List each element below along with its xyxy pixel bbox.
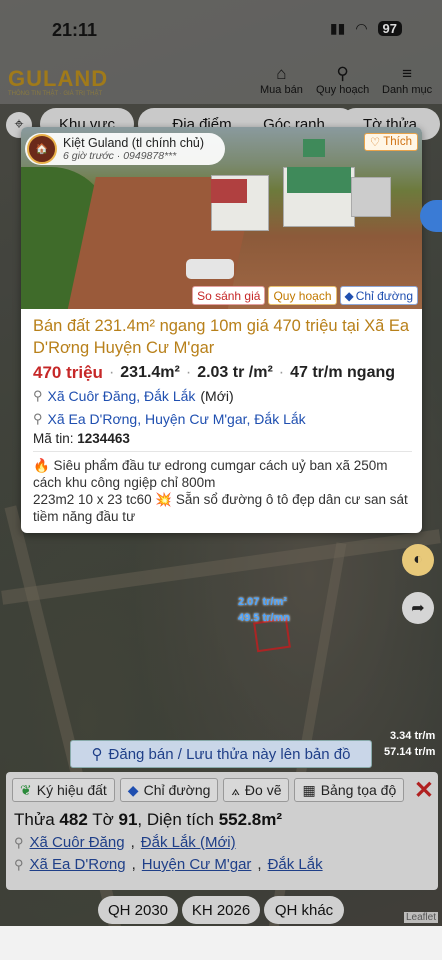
address-old: ⚲ Xã Ea D'Rơng, Huyện Cư M'gar, Đắk Lắk	[33, 409, 412, 429]
panel-directions-button[interactable]: ◆ Chỉ đường	[119, 778, 219, 802]
parcel-address-link[interactable]: Xã Ea D'Rơng	[30, 856, 126, 873]
listing-area: 231.4m²	[120, 364, 180, 381]
store-icon: ⌂	[276, 64, 287, 83]
heart-icon: ♡	[369, 137, 381, 149]
parcel-address-link[interactable]: Đắk Lắk	[268, 856, 323, 873]
address-old-link[interactable]: Xã Ea D'Rơng, Huyện Cư M'gar, Đắk Lắk	[48, 409, 306, 429]
unit-price: 2.03 tr /m²	[197, 364, 273, 381]
pin-icon: ⚲	[14, 856, 24, 872]
frontage-price: 47 tr/m ngang	[290, 364, 396, 381]
menu-icon: ≡	[402, 64, 413, 83]
map-attribution[interactable]: Leaflet	[403, 912, 438, 923]
post-listing-button[interactable]: ⚲ Đăng bán / Lưu thửa này lên bản đồ	[70, 740, 372, 768]
parcel-address-link[interactable]: Huyện Cư M'gar	[142, 856, 252, 873]
listing-card[interactable]: 🏠 Kiệt Guland (tl chính chủ) 6 giờ trước…	[21, 127, 422, 533]
guland-logo[interactable]: GULAND	[8, 66, 108, 92]
kh-2026-button[interactable]: KH 2026	[182, 896, 260, 924]
like-button[interactable]: ♡ Thích	[363, 133, 418, 151]
new-tag: (Mới)	[200, 388, 234, 404]
poster-badge[interactable]: 🏠 Kiệt Guland (tl chính chủ) 6 giờ trước…	[25, 133, 225, 165]
listing-description: 🔥 Siêu phẩm đầu tư edrong cumgar cách uỷ…	[33, 458, 408, 524]
price-row: 470 triệu · 231.4m² · 2.03 tr /m² · 47 t…	[33, 363, 396, 382]
table-icon: ▦	[302, 781, 316, 798]
direction-icon: ◆	[344, 288, 354, 303]
nav-mua-ban[interactable]: ⌂ Mua bán	[260, 64, 303, 96]
land-symbol-button[interactable]: ❦ Ký hiệu đất	[12, 778, 115, 802]
parcel-address-old: ⚲ Xã Ea D'Rơng, Huyện Cư M'gar, Đắk Lắk	[14, 856, 323, 873]
close-icon[interactable]: ✕	[414, 776, 434, 805]
palette-icon[interactable]: ◐	[402, 544, 434, 576]
listing-code: Mã tin: 1234463	[33, 431, 130, 446]
directions-label: Chỉ đường	[355, 288, 413, 303]
battery-icon: 97	[377, 21, 402, 36]
pin-icon: ⚲	[33, 388, 43, 403]
avatar: 🏠	[27, 134, 57, 164]
like-label: Thích	[383, 136, 412, 148]
measure-button[interactable]: ⟑ Đo vẽ	[223, 778, 290, 802]
plot-price-label: 57.14 tr/m	[384, 746, 436, 758]
poster-meta: 6 giờ trước · 0949878***	[63, 150, 177, 162]
app-header: GULAND THÔNG TIN THẬT · GIÁ TRỊ THẬT ⌂ M…	[0, 44, 442, 104]
wifi-icon: ◠	[355, 20, 368, 36]
address-new: ⚲ Xã Cuôr Đăng, Đắk Lắk (Mới)	[33, 386, 412, 406]
bottom-bar	[0, 926, 442, 960]
share-icon[interactable]: ➦	[402, 592, 434, 624]
status-bar: 21:11 ▮▮ ◠ 97	[0, 0, 442, 44]
nav-label: Danh mục	[382, 84, 433, 96]
plot-price-label: 2.07 tr/m²	[238, 596, 287, 608]
parcel-info-panel: ❦ Ký hiệu đất ◆ Chỉ đường ⟑ Đo vẽ ▦ Bảng tọa…	[6, 772, 438, 890]
listing-title[interactable]: Bán đất 231.4m² ngang 10m giá 470 triệu …	[33, 315, 412, 359]
parcel-address-new: ⚲ Xã Cuôr Đăng, Đắk Lắk (Mới)	[14, 834, 236, 851]
parcel-address-link[interactable]: Xã Cuôr Đăng	[30, 834, 125, 851]
nav-quy-hoach[interactable]: ⚲ Quy hoạch	[316, 64, 369, 96]
leaf-icon: ❦	[20, 781, 32, 798]
nav-label: Mua bán	[260, 84, 303, 96]
ruler-icon: ⟑	[231, 781, 240, 798]
plot-price-label: 3.34 tr/m	[390, 730, 436, 742]
poster-name: Kiệt Guland (tl chính chủ)	[63, 136, 205, 150]
parcel-summary: Thửa 482 Tờ 91, Diện tích 552.8m²	[14, 810, 283, 829]
planning-button[interactable]: Quy hoạch	[268, 286, 337, 305]
pin-icon: ⚲	[91, 746, 103, 763]
status-time: 21:11	[52, 20, 98, 40]
direction-icon: ◆	[127, 781, 139, 798]
post-listing-label: Đăng bán / Lưu thửa này lên bản đồ	[108, 745, 351, 763]
listing-price: 470 triệu	[33, 363, 103, 382]
plot-price-label: 49.5 tr/mn	[238, 612, 290, 624]
coordinate-table-button[interactable]: ▦ Bảng tọa độ	[294, 778, 405, 802]
signal-icon: ▮▮	[329, 20, 346, 36]
listing-photo[interactable]: 🏠 Kiệt Guland (tl chính chủ) 6 giờ trước…	[21, 127, 422, 309]
directions-button[interactable]: ◆ Chỉ đường	[339, 286, 418, 305]
pin-icon: ⚲	[33, 411, 43, 426]
qh-2030-button[interactable]: QH 2030	[98, 896, 178, 924]
map-search-icon: ⚲	[336, 64, 349, 83]
pin-icon: ⚲	[14, 834, 24, 850]
nav-label: Quy hoạch	[316, 84, 370, 96]
compare-price-button[interactable]: So sánh giá	[192, 286, 266, 305]
parcel-address-link[interactable]: Đắk Lắk (Mới)	[141, 834, 236, 851]
logo-tagline: THÔNG TIN THẬT · GIÁ TRỊ THẬT	[8, 91, 103, 97]
address-new-link[interactable]: Xã Cuôr Đăng, Đắk Lắk	[48, 386, 196, 406]
nav-danh-muc[interactable]: ≡ Danh mục	[382, 64, 432, 96]
qh-other-button[interactable]: QH khác	[264, 896, 344, 924]
